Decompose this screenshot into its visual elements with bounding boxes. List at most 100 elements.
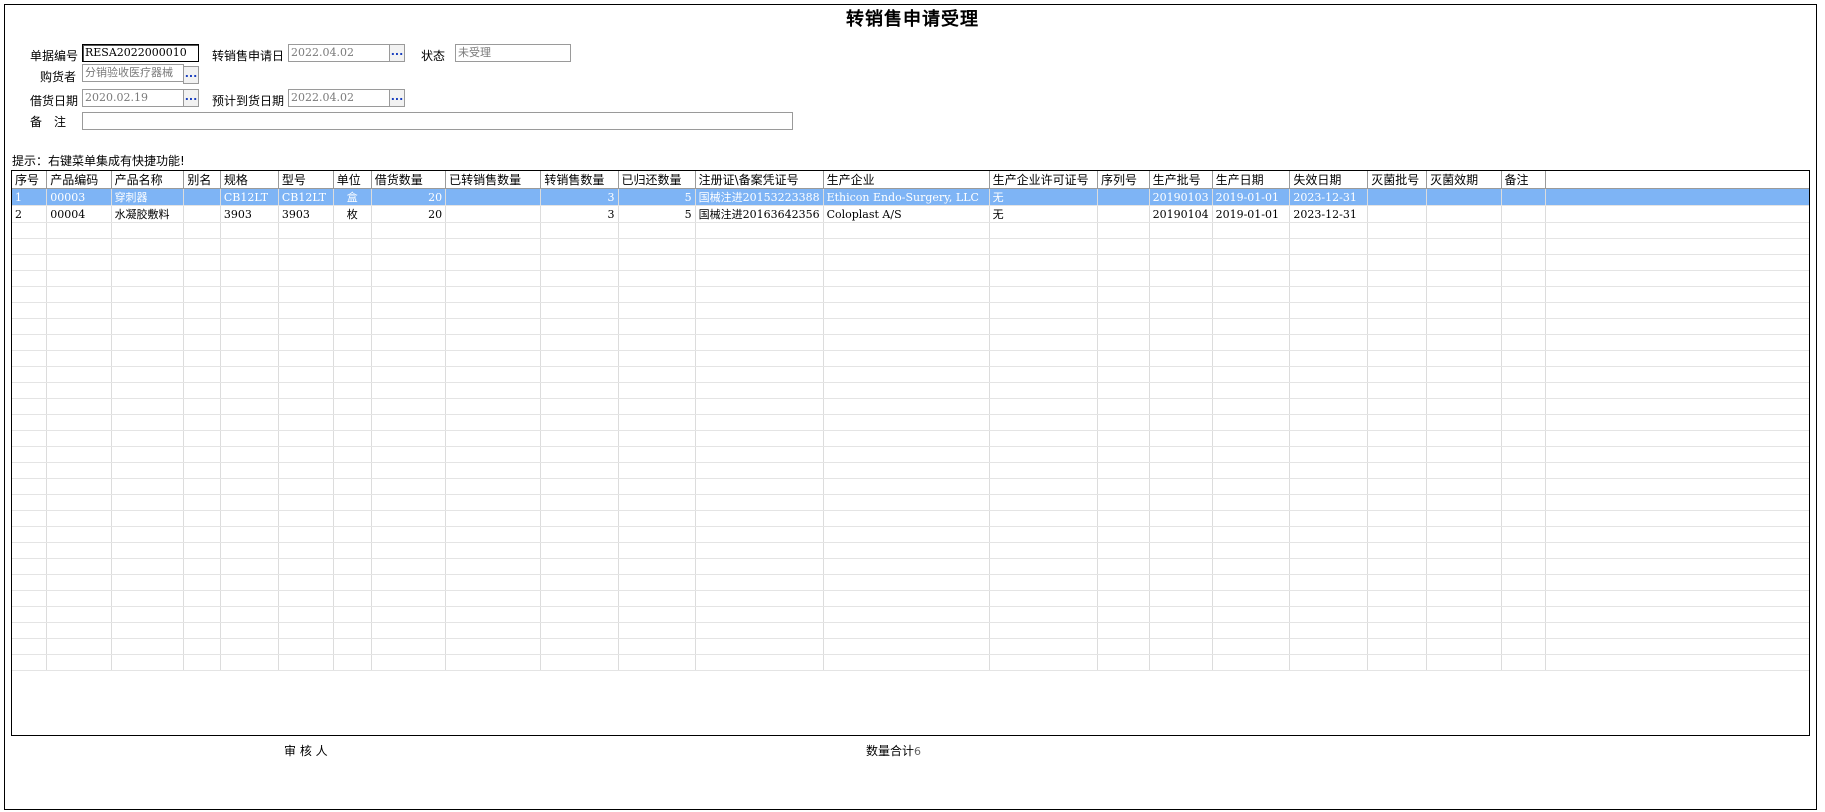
table-cell[interactable] [1367, 205, 1428, 223]
buyer-field[interactable]: 分销验收医疗器械 [82, 64, 184, 82]
table-cell[interactable]: 20 [371, 188, 447, 206]
column-header[interactable]: 灭菌效期 [1426, 171, 1502, 189]
table-cell[interactable]: 2019-01-01 [1212, 188, 1291, 206]
column-header[interactable]: 灭菌批号 [1367, 171, 1428, 189]
buyer-picker-button[interactable]: ... [183, 66, 199, 84]
table-cell[interactable]: 3903 [278, 205, 334, 223]
table-cell[interactable]: 2023-12-31 [1289, 205, 1369, 223]
column-header[interactable]: 借货数量 [371, 171, 447, 189]
table-cell[interactable] [445, 205, 542, 223]
table-cell [618, 510, 696, 527]
arrival-date-picker-button[interactable]: ... [389, 89, 405, 107]
table-cell[interactable]: 国械注进20153223388 [695, 188, 824, 206]
column-header[interactable]: 备注 [1501, 171, 1546, 189]
table-cell[interactable]: 国械注进20163642356 [695, 205, 824, 223]
table-cell[interactable]: Ethicon Endo-Surgery, LLC [823, 188, 990, 206]
table-cell[interactable]: 5 [618, 188, 696, 206]
column-header[interactable]: 生产企业 [823, 171, 990, 189]
doc-no-field[interactable]: RESA2022000010 [82, 44, 199, 62]
table-cell [445, 222, 542, 239]
table-cell[interactable]: 盒 [333, 188, 372, 206]
loan-date-picker-button[interactable]: ... [183, 89, 199, 107]
column-header[interactable]: 规格 [220, 171, 279, 189]
table-cell [1097, 222, 1150, 239]
table-cell[interactable]: 无 [989, 205, 1099, 223]
quantity-total: 数量合计6 [866, 742, 921, 759]
table-cell[interactable]: 水凝胶敷料 [111, 205, 185, 223]
table-cell [1367, 446, 1428, 463]
remark-field[interactable] [82, 112, 793, 130]
table-row[interactable]: 2 00004 水凝胶敷料 3903 3903 枚 20 3 5 国械注进20163642356 C… [12, 205, 1809, 223]
loan-date-field[interactable]: 2020.02.19 [82, 89, 184, 107]
column-header[interactable]: 已转销售数量 [445, 171, 542, 189]
table-cell [278, 478, 334, 495]
table-cell[interactable] [1367, 188, 1428, 206]
table-cell[interactable]: 20190104 [1149, 205, 1213, 223]
column-header[interactable]: 转销售数量 [540, 171, 619, 189]
column-header[interactable]: 型号 [278, 171, 334, 189]
table-cell [823, 574, 990, 591]
table-cell[interactable] [1501, 205, 1546, 223]
table-cell [371, 350, 447, 367]
arrival-date-field[interactable]: 2022.04.02 [288, 89, 390, 107]
apply-date-picker-button[interactable]: ... [389, 44, 405, 62]
column-header[interactable]: 已归还数量 [618, 171, 696, 189]
table-cell [111, 350, 185, 367]
column-header[interactable]: 产品名称 [111, 171, 185, 189]
table-cell [278, 510, 334, 527]
table-cell[interactable]: 2019-01-01 [1212, 205, 1291, 223]
table-cell[interactable]: 1 [12, 188, 48, 206]
table-cell [989, 414, 1099, 431]
table-cell[interactable]: CB12LT [220, 188, 279, 206]
table-cell [618, 366, 696, 383]
table-cell[interactable]: 20 [371, 205, 447, 223]
column-header[interactable]: 生产批号 [1149, 171, 1213, 189]
table-cell[interactable]: Coloplast A/S [823, 205, 990, 223]
table-cell[interactable]: CB12LT [278, 188, 334, 206]
table-cell[interactable]: 2 [12, 205, 48, 223]
table-cell[interactable] [1426, 205, 1502, 223]
table-cell [989, 238, 1099, 255]
column-header[interactable]: 生产企业许可证号 [989, 171, 1099, 189]
table-cell[interactable]: 无 [989, 188, 1099, 206]
table-cell [220, 286, 279, 303]
column-header[interactable]: 序号 [12, 171, 48, 189]
table-cell [1545, 622, 1809, 639]
table-cell [46, 350, 112, 367]
column-header[interactable]: 单位 [333, 171, 372, 189]
table-row[interactable]: 1 00003 穿刺器 CB12LT CB12LT 盒 20 3 5 国械注进2015322338… [12, 188, 1809, 206]
column-header[interactable]: 生产日期 [1212, 171, 1291, 189]
table-cell [46, 654, 112, 671]
table-cell[interactable] [183, 188, 221, 206]
table-cell[interactable]: 枚 [333, 205, 372, 223]
table-cell[interactable] [1501, 188, 1546, 206]
table-cell[interactable]: 3 [540, 188, 619, 206]
table-cell[interactable]: 20190103 [1149, 188, 1213, 206]
table-cell [333, 222, 372, 239]
column-header[interactable]: 注册证\备案凭证号 [695, 171, 824, 189]
table-cell [540, 558, 619, 575]
detail-grid[interactable]: 序号 产品编码 产品名称 别名 规格 型号 单位 借货数量 已转销售数量 转销售数量 已归还数量 注册… [11, 170, 1810, 736]
table-cell [278, 398, 334, 415]
table-cell[interactable] [1426, 188, 1502, 206]
apply-date-field[interactable]: 2022.04.02 [288, 44, 390, 62]
column-header[interactable]: 产品编码 [46, 171, 112, 189]
column-header[interactable]: 别名 [183, 171, 221, 189]
table-cell [1097, 254, 1150, 271]
table-cell[interactable]: 00003 [46, 188, 112, 206]
table-cell[interactable]: 2023-12-31 [1289, 188, 1369, 206]
table-cell[interactable] [183, 205, 221, 223]
table-cell[interactable] [1097, 205, 1150, 223]
table-cell[interactable]: 3 [540, 205, 619, 223]
table-cell[interactable]: 3903 [220, 205, 279, 223]
table-cell[interactable] [1097, 188, 1150, 206]
table-cell [695, 654, 824, 671]
table-cell[interactable]: 00004 [46, 205, 112, 223]
column-header[interactable]: 序列号 [1097, 171, 1150, 189]
table-cell [1501, 254, 1546, 271]
table-cell[interactable] [445, 188, 542, 206]
table-cell[interactable]: 5 [618, 205, 696, 223]
column-header[interactable]: 失效日期 [1289, 171, 1369, 189]
table-cell[interactable]: 穿刺器 [111, 188, 185, 206]
table-cell [445, 494, 542, 511]
